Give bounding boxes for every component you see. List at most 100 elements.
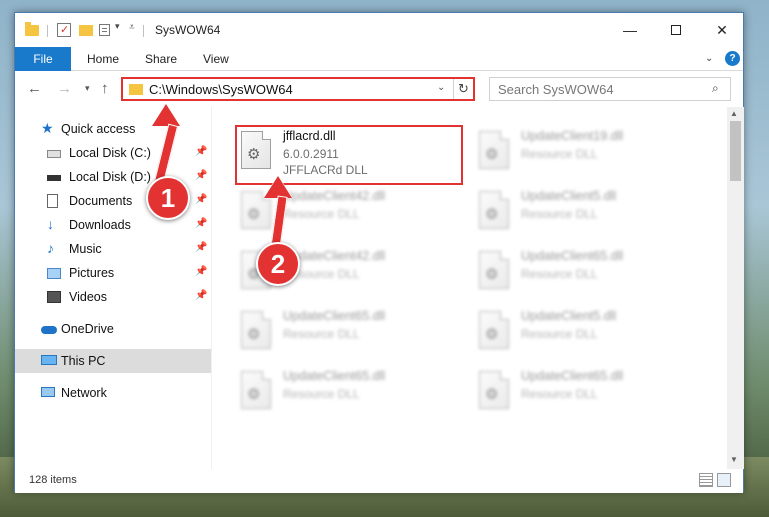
file-tile[interactable]: ⚙ UpdateClient65.dll Resource DLL [473,365,699,421]
file-tile[interactable]: ⚙ UpdateClient19.dll Resource DLL [473,125,699,181]
pin-icon[interactable]: 📌 [195,266,207,277]
customize-toolbar-icon[interactable]: ⩡ [129,22,135,33]
file-name: UpdateClient65.dll [283,369,386,383]
details-view-icon[interactable] [699,473,713,487]
expand-ribbon-icon[interactable]: ⌄ [705,53,713,64]
help-icon[interactable]: ? [725,51,740,66]
file-tile[interactable]: ⚙ UpdateClient5.dll Resource DLL [473,305,699,361]
file-description: Resource DLL [521,327,598,341]
scroll-up-icon[interactable]: ▲ [730,109,738,118]
file-name: UpdateClient65.dll [521,369,624,383]
file-name: UpdateClient65.dll [521,249,624,263]
dll-file-icon: ⚙ [479,131,509,169]
file-explorer-window: ✓ ▾ ⩡ SysWOW64 — ✕ File Home Share View … [14,12,745,493]
documents-icon [47,194,58,208]
address-row: ← → ▾ ↑ C:\Windows\SysWOW64 ⌄ ↻ Search S… [15,72,743,106]
divider [143,25,144,37]
search-icon[interactable]: ⌕ [712,81,719,96]
folder-icon [25,22,39,37]
nav-label: Documents [69,194,133,208]
chevron-down-icon[interactable]: ⌄ [437,82,445,93]
file-description: Resource DLL [521,207,598,221]
large-icons-view-icon[interactable] [717,473,731,487]
callout-arrow-head [152,104,180,126]
file-description: Resource DLL [283,387,360,401]
forward-arrow-icon[interactable]: → [57,80,72,97]
dll-file-icon: ⚙ [479,191,509,229]
nav-item-this-pc[interactable]: This PC [15,349,211,373]
file-name: UpdateClient65.dll [283,309,386,323]
nav-label: This PC [61,354,106,368]
maximize-button[interactable] [653,13,699,47]
file-description: Resource DLL [521,147,598,161]
pane-divider[interactable] [211,107,212,469]
vertical-scrollbar[interactable]: ▲ ▼ [727,107,744,469]
star-icon: ★ [41,120,54,136]
file-tile[interactable]: ⚙ UpdateClient65.dll Resource DLL [235,305,461,361]
maximize-icon [671,25,681,35]
item-count: 128 items [29,474,77,486]
file-tile[interactable]: ⚙ UpdateClient65.dll Resource DLL [235,365,461,421]
file-name: UpdateClient5.dll [521,309,617,323]
address-path[interactable]: C:\Windows\SysWOW64 [149,82,293,97]
nav-label: OneDrive [61,322,114,336]
nav-item-videos[interactable]: Videos 📌 [15,285,211,309]
nav-label: Pictures [69,266,115,280]
status-bar: 128 items [15,469,743,493]
pin-icon[interactable]: 📌 [195,170,207,181]
pin-icon[interactable]: 📌 [195,290,207,301]
nav-item-downloads[interactable]: ↓ Downloads 📌 [15,213,211,237]
navigation-pane: ★ Quick access Local Disk (C:) 📌 Local D… [15,107,211,469]
dll-file-icon: ⚙ [479,251,509,289]
scroll-down-icon[interactable]: ▼ [730,455,738,464]
pin-icon[interactable]: 📌 [195,242,207,253]
callout-badge-1: 1 [146,176,190,220]
divider [47,25,48,37]
file-description: Resource DLL [521,387,598,401]
recent-locations-icon[interactable]: ▾ [85,83,90,94]
scroll-thumb[interactable] [730,121,741,181]
ribbon-tabs: File Home Share View ⌄ ? [15,47,743,71]
address-bar[interactable]: C:\Windows\SysWOW64 ⌄ ↻ [121,77,475,101]
search-input[interactable]: Search SysWOW64 ⌕ [489,77,731,101]
nav-label: Local Disk (C:) [69,146,151,160]
dll-file-icon: ⚙ [241,371,271,409]
nav-label: Network [61,386,107,400]
window-title: SysWOW64 [155,23,221,37]
nav-label: Quick access [61,122,136,136]
nav-item-music[interactable]: ♪ Music 📌 [15,237,211,261]
nav-label: Downloads [69,218,131,232]
tab-home[interactable]: Home [87,47,119,71]
properties-check-icon[interactable]: ✓ [57,23,71,37]
back-arrow-icon[interactable]: ← [27,80,42,97]
file-tile[interactable]: ⚙ UpdateClient5.dll Resource DLL [473,185,699,241]
nav-item-local-disk-c[interactable]: Local Disk (C:) 📌 [15,141,211,165]
callout-badge-2: 2 [256,242,300,286]
pin-icon[interactable]: 📌 [195,218,207,229]
refresh-icon[interactable]: ↻ [453,79,473,99]
tab-share[interactable]: Share [145,47,177,71]
new-folder-icon[interactable] [79,23,93,37]
pin-icon[interactable]: 📌 [195,194,207,205]
folder-icon [129,84,143,95]
file-tile[interactable]: ⚙ UpdateClient65.dll Resource DLL [473,245,699,301]
drive-icon [47,150,61,158]
properties-icon[interactable] [99,23,113,37]
onedrive-cloud-icon [41,326,57,334]
computer-icon [41,355,57,365]
nav-item-network[interactable]: Network [15,381,211,405]
up-arrow-icon[interactable]: ↑ [101,80,109,97]
nav-item-onedrive[interactable]: OneDrive [15,317,211,341]
pin-icon[interactable]: 📌 [195,146,207,157]
close-button[interactable]: ✕ [699,13,745,47]
file-description: Resource DLL [283,327,360,341]
chevron-down-icon[interactable]: ▾ [115,21,120,32]
tab-file[interactable]: File [15,47,71,71]
pictures-icon [47,268,61,279]
minimize-button[interactable]: — [607,13,653,47]
tab-view[interactable]: View [203,47,229,71]
music-icon: ♪ [47,240,54,256]
nav-label: Music [69,242,102,256]
nav-item-pictures[interactable]: Pictures 📌 [15,261,211,285]
nav-item-quick-access[interactable]: ★ Quick access [15,117,211,141]
